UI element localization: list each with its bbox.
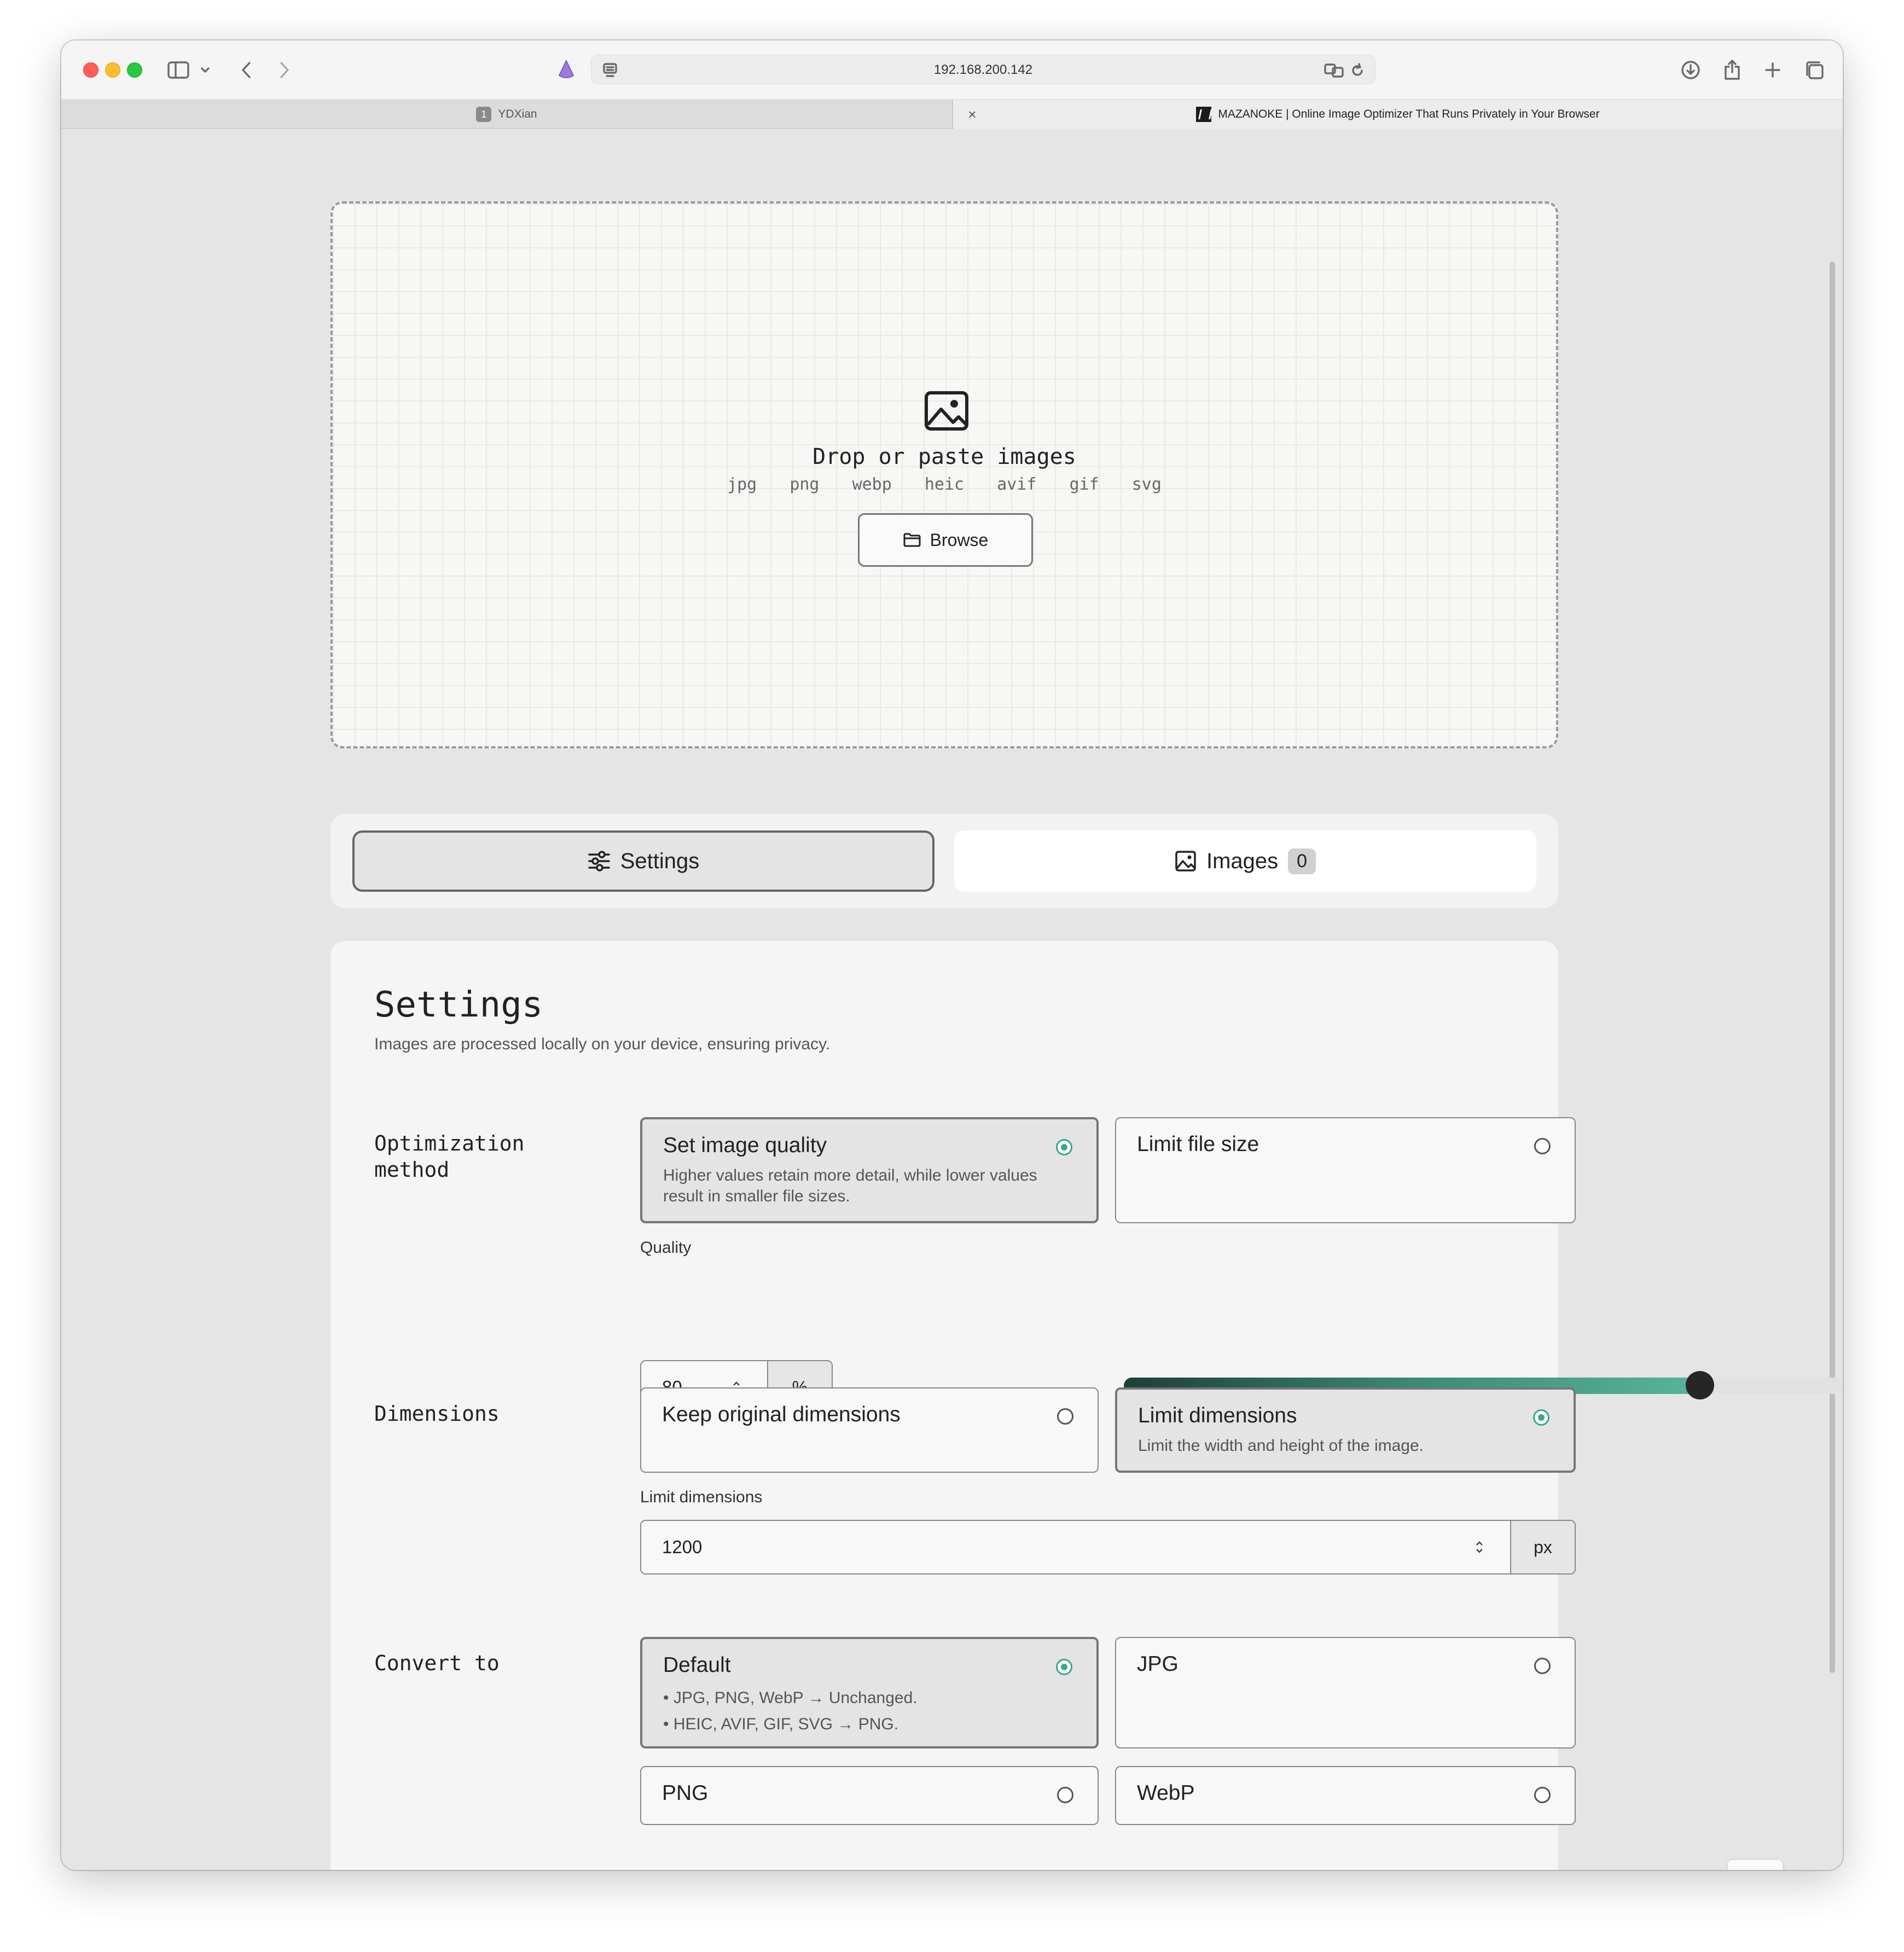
radio-unselected[interactable] bbox=[1057, 1787, 1073, 1803]
desc-line: • JPG, PNG, WebP → Unchanged. bbox=[663, 1689, 918, 1707]
reload-icon[interactable] bbox=[1346, 57, 1368, 84]
limit-dimensions-input[interactable]: 1200 px bbox=[640, 1520, 1576, 1575]
option-description: Higher values retain more detail, while … bbox=[663, 1166, 1037, 1205]
option-title: Keep original dimensions bbox=[662, 1403, 901, 1426]
dimensions-label: Dimensions bbox=[374, 1402, 500, 1426]
option-convert-png[interactable]: PNG bbox=[640, 1766, 1099, 1825]
folder-icon bbox=[903, 533, 921, 547]
downloads-icon[interactable] bbox=[1677, 57, 1704, 83]
radio-unselected[interactable] bbox=[1057, 1408, 1073, 1425]
browser-toolbar: 192.168.200.142 bbox=[61, 40, 1843, 100]
page-content: Drop or paste images jpg png webp heic a… bbox=[61, 130, 1843, 1870]
limit-dimensions-value[interactable]: 1200 bbox=[662, 1521, 702, 1573]
label-line: method bbox=[374, 1158, 450, 1182]
close-window-button[interactable] bbox=[83, 62, 98, 78]
dropzone-formats: jpg png webp heic avif gif svg bbox=[333, 475, 1556, 494]
settings-title: Settings bbox=[374, 985, 543, 1025]
option-title: Default bbox=[663, 1653, 731, 1677]
scroll-to-top-button[interactable] bbox=[1728, 1860, 1783, 1870]
quality-label: Quality bbox=[640, 1239, 692, 1257]
settings-card: Settings Images are processed locally on… bbox=[330, 941, 1843, 1870]
limit-dimensions-unit: px bbox=[1510, 1521, 1575, 1573]
page-scrollbar[interactable] bbox=[1830, 262, 1835, 1673]
chevron-down-icon[interactable] bbox=[198, 57, 212, 83]
label-line: Optimization bbox=[374, 1131, 525, 1155]
view-tabs: Settings Images 0 bbox=[330, 814, 1558, 908]
image-dropzone[interactable]: Drop or paste images jpg png webp heic a… bbox=[330, 201, 1558, 748]
option-title: PNG bbox=[662, 1781, 709, 1805]
option-convert-webp[interactable]: WebP bbox=[1115, 1766, 1576, 1825]
tab-overview-icon[interactable] bbox=[1801, 57, 1827, 83]
desc-line: • HEIC, AVIF, GIF, SVG → PNG. bbox=[663, 1715, 899, 1733]
tab-title: YDXian bbox=[498, 108, 537, 120]
radio-selected[interactable] bbox=[1056, 1659, 1072, 1675]
image-icon bbox=[925, 391, 968, 431]
new-tab-icon[interactable] bbox=[1760, 57, 1786, 83]
dropzone-title: Drop or paste images bbox=[812, 444, 1076, 469]
radio-selected[interactable] bbox=[1056, 1139, 1072, 1155]
format-label: gif bbox=[1069, 475, 1099, 494]
option-limit-file-size[interactable]: Limit file size bbox=[1115, 1117, 1576, 1223]
radio-unselected[interactable] bbox=[1534, 1658, 1551, 1674]
option-limit-dimensions[interactable]: Limit dimensions Limit the width and hei… bbox=[1115, 1387, 1576, 1473]
radio-unselected[interactable] bbox=[1534, 1138, 1551, 1154]
extension-icon[interactable] bbox=[554, 57, 579, 83]
address-bar[interactable]: 192.168.200.142 bbox=[591, 55, 1375, 84]
format-label: webp bbox=[852, 475, 892, 494]
sliders-icon bbox=[588, 851, 610, 872]
radio-unselected[interactable] bbox=[1534, 1787, 1551, 1803]
tab-settings[interactable]: Settings bbox=[352, 830, 934, 892]
limit-dimensions-label: Limit dimensions bbox=[640, 1488, 763, 1506]
format-label: avif bbox=[997, 475, 1037, 494]
url-text[interactable]: 192.168.200.142 bbox=[591, 55, 1375, 85]
option-description: • JPG, PNG, WebP → Unchanged. • HEIC, AV… bbox=[663, 1685, 1058, 1738]
option-title: JPG bbox=[1137, 1652, 1179, 1676]
optimization-method-label: Optimization method bbox=[374, 1130, 525, 1183]
minimize-window-button[interactable] bbox=[105, 62, 120, 78]
format-label: jpg bbox=[727, 475, 757, 494]
browse-button[interactable]: Browse bbox=[858, 513, 1033, 567]
option-title: Set image quality bbox=[663, 1134, 827, 1157]
sidebar-toggle-icon[interactable] bbox=[165, 57, 191, 83]
format-label: png bbox=[790, 475, 820, 494]
image-icon bbox=[1175, 851, 1196, 872]
browser-window: 192.168.200.142 1 YDXian × MAZANOKE | On… bbox=[61, 40, 1843, 1870]
tab-mazanoke[interactable]: × MAZANOKE | Online Image Optimizer That… bbox=[953, 100, 1843, 129]
forward-arrow-icon[interactable] bbox=[274, 57, 295, 83]
tab-ydxian[interactable]: 1 YDXian bbox=[61, 100, 953, 129]
quality-slider-thumb[interactable] bbox=[1685, 1371, 1714, 1399]
option-keep-original-dimensions[interactable]: Keep original dimensions bbox=[640, 1387, 1099, 1473]
option-set-image-quality[interactable]: Set image quality Higher values retain m… bbox=[640, 1117, 1099, 1223]
format-label: heic bbox=[924, 475, 965, 494]
option-title: Limit file size bbox=[1137, 1132, 1259, 1156]
images-count-badge: 0 bbox=[1288, 848, 1316, 874]
format-label: svg bbox=[1131, 475, 1162, 494]
close-tab-icon[interactable]: × bbox=[964, 106, 980, 123]
option-convert-default[interactable]: Default • JPG, PNG, WebP → Unchanged. • … bbox=[640, 1637, 1099, 1748]
option-title: WebP bbox=[1137, 1781, 1195, 1805]
tab-images-label: Images bbox=[1206, 849, 1279, 873]
tab-bar: 1 YDXian × MAZANOKE | Online Image Optim… bbox=[61, 100, 1843, 129]
radio-selected[interactable] bbox=[1533, 1409, 1549, 1426]
tab-number-badge: 1 bbox=[476, 107, 492, 122]
stepper-icon[interactable] bbox=[1474, 1538, 1485, 1556]
translate-icon[interactable] bbox=[1322, 57, 1346, 84]
option-convert-jpg[interactable]: JPG bbox=[1115, 1637, 1576, 1748]
option-title: Limit dimensions bbox=[1138, 1404, 1297, 1427]
convert-to-label: Convert to bbox=[374, 1651, 500, 1675]
tab-images[interactable]: Images 0 bbox=[954, 830, 1536, 892]
zoom-window-button[interactable] bbox=[127, 62, 142, 78]
browse-button-label: Browse bbox=[930, 530, 989, 550]
back-arrow-icon[interactable] bbox=[235, 57, 257, 83]
tab-title: MAZANOKE | Online Image Optimizer That R… bbox=[1218, 108, 1600, 120]
settings-subtitle: Images are processed locally on your dev… bbox=[374, 1035, 831, 1053]
option-description: Limit the width and height of the image. bbox=[1138, 1437, 1424, 1455]
mazanoke-logo-icon bbox=[1196, 107, 1212, 122]
share-icon[interactable] bbox=[1719, 57, 1745, 83]
tab-settings-label: Settings bbox=[620, 849, 700, 873]
